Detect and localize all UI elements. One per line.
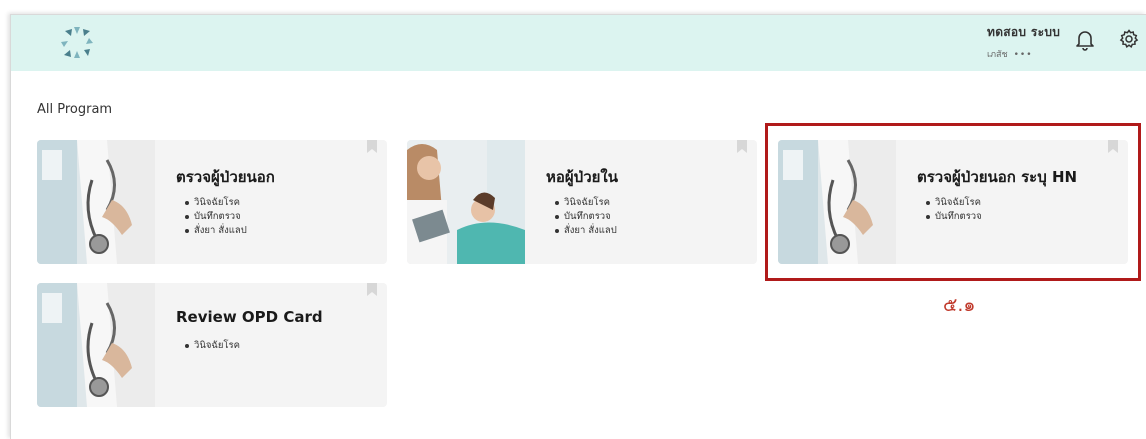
more-dots[interactable]: •••: [1014, 50, 1033, 60]
top-bar: ทดสอบ ระบบ เภสัช •••: [11, 15, 1146, 71]
card-feature-list: วินิจฉัยโรค: [185, 339, 240, 353]
card-title: ตรวจผู้ป่วยนอก: [176, 168, 275, 186]
logo-icon[interactable]: [59, 25, 95, 61]
bookmark-icon[interactable]: [737, 140, 747, 153]
card-feature-list: วินิจฉัยโรค บันทึกตรวจ สั่งยา สั่งแลป: [555, 196, 617, 238]
list-item: สั่งยา สั่งแลป: [555, 224, 617, 238]
bookmark-icon[interactable]: [367, 283, 377, 296]
program-card-ipd[interactable]: หอผู้ป่วยใน วินิจฉัยโรค บันทึกตรวจ สั่งย…: [407, 140, 757, 264]
list-item: สั่งยา สั่งแลป: [185, 224, 247, 238]
user-role: เภสัช •••: [987, 47, 1060, 61]
list-item: วินิจฉัยโรค: [555, 196, 617, 210]
annotation-label: ๕.๑: [943, 294, 976, 316]
section-title: All Program: [37, 102, 113, 117]
list-item: บันทึกตรวจ: [185, 210, 247, 224]
list-item: บันทึกตรวจ: [555, 210, 617, 224]
user-role-label: เภสัช: [987, 50, 1008, 60]
list-item: วินิจฉัยโรค: [185, 196, 247, 210]
app-window: ทดสอบ ระบบ เภสัช ••• All Program ตรวจผู้…: [10, 14, 1146, 439]
gear-icon[interactable]: [1119, 29, 1139, 49]
ward-nurse-image: [407, 140, 525, 264]
program-card-review-opd[interactable]: Review OPD Card วินิจฉัยโรค: [37, 283, 387, 407]
doctor-stethoscope-image: [37, 283, 155, 407]
doctor-stethoscope-image: [37, 140, 155, 264]
card-feature-list: วินิจฉัยโรค บันทึกตรวจ สั่งยา สั่งแลป: [185, 196, 247, 238]
user-menu[interactable]: ทดสอบ ระบบ เภสัช •••: [987, 23, 1060, 61]
bookmark-icon[interactable]: [367, 140, 377, 153]
card-title: Review OPD Card: [176, 308, 323, 326]
program-card-opd[interactable]: ตรวจผู้ป่วยนอก วินิจฉัยโรค บันทึกตรวจ สั…: [37, 140, 387, 264]
highlight-box: [765, 123, 1141, 281]
list-item: วินิจฉัยโรค: [185, 339, 240, 353]
bell-icon[interactable]: [1075, 29, 1095, 51]
user-name: ทดสอบ ระบบ: [987, 25, 1061, 39]
card-title: หอผู้ป่วยใน: [546, 168, 618, 186]
